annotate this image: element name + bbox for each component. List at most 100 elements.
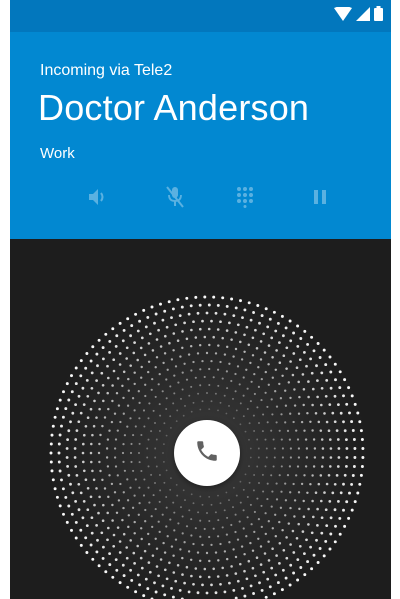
glow-dot [162,361,165,365]
glow-dot [288,438,292,441]
glow-dot [256,304,260,307]
glow-dot [239,562,242,566]
glow-dot [152,494,155,497]
glow-dot [70,374,73,378]
glow-dot [243,594,247,598]
wifi-icon [334,5,352,26]
glow-dot [147,532,150,536]
glow-dot [232,314,236,317]
glow-dot [138,583,142,587]
glow-dot [179,355,182,358]
glow-dot [276,581,280,585]
glow-dot [257,517,261,521]
dialpad-button[interactable] [230,182,260,212]
call-header: Incoming via Tele2 Doctor Anderson Work [10,32,391,239]
glow-dot [255,556,259,559]
glow-dot [216,368,220,371]
glow-dot [102,357,105,361]
glow-dot [267,520,270,523]
glow-dot [345,456,349,459]
glow-dot [85,551,89,554]
glow-dot [271,413,274,416]
answer-call-button[interactable] [174,420,240,486]
glow-dot [165,408,168,410]
glow-dot [121,563,125,567]
glow-dot [122,412,125,415]
glow-dot [248,465,250,468]
glow-dot [187,353,191,356]
glow-dot [328,355,332,359]
glow-dot [266,421,269,424]
glow-dot [282,354,286,358]
glow-dot [192,582,195,586]
glow-dot [138,319,142,323]
glow-dot [260,314,264,318]
glow-dot [360,438,364,441]
glow-dot [60,478,63,482]
glow-dot [189,344,193,348]
glow-dot [114,558,118,561]
glow-dot [65,447,69,450]
glow-dot [112,533,116,537]
glow-dot [243,333,246,337]
glow-dot [267,383,270,386]
glow-dot [324,539,328,543]
glow-dot [251,566,255,570]
speaker-button[interactable] [84,182,114,212]
glow-dot [251,336,255,340]
glow-dot [157,520,160,523]
glow-dot [212,335,215,339]
glow-dot [243,552,246,556]
glow-dot [327,429,331,433]
glow-dot [101,556,105,560]
glow-dot [99,433,102,437]
glow-dot [64,407,68,411]
glow-dot [142,409,146,412]
glow-dot [225,574,229,577]
glow-dot [106,538,109,542]
glow-dot [285,536,288,539]
glow-dot [122,574,126,578]
glow-dot [127,514,130,517]
glow-dot [170,545,174,548]
glow-dot [49,451,53,455]
glow-dot [147,561,151,564]
glow-dot [293,388,296,391]
glow-dot [329,516,333,520]
glow-dot [89,543,93,547]
answer-dot-pattern [47,293,367,599]
glow-dot [126,585,130,589]
glow-dot [126,317,130,321]
glow-dot [287,381,291,384]
glow-dot [123,434,127,437]
glow-dot [168,341,171,345]
glow-dot [267,540,270,543]
glow-dot [249,400,252,403]
glow-dot [97,564,101,568]
glow-dot [233,417,235,420]
glow-dot [201,503,204,506]
glow-dot [219,542,222,546]
glow-dot [234,530,237,534]
glow-dot [169,518,172,521]
glow-dot [316,524,319,527]
glow-dot [150,430,153,433]
glow-dot [159,414,162,417]
glow-dot [298,507,301,511]
glow-dot [226,516,229,519]
glow-dot [334,524,337,528]
glow-dot [161,390,164,393]
glow-dot [86,416,90,420]
hold-button[interactable] [305,182,335,212]
glow-dot [75,429,79,432]
glow-dot [133,532,136,535]
glow-dot [239,501,242,504]
glow-dot [359,429,363,433]
glow-dot [203,375,206,379]
glow-dot [273,447,276,450]
glow-dot [280,413,283,416]
glow-dot [343,473,347,477]
glow-dot [225,412,228,415]
glow-dot [199,495,202,498]
mute-button[interactable] [160,182,190,212]
